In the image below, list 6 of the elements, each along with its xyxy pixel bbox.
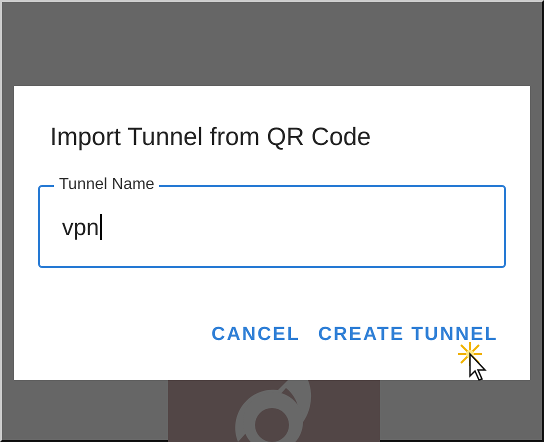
tunnel-name-field[interactable]: Tunnel Name vpn <box>38 175 506 268</box>
dialog-title: Import Tunnel from QR Code <box>50 122 372 152</box>
text-caret <box>100 214 102 240</box>
create-button[interactable]: CREATE TUNNEL <box>314 320 502 350</box>
field-value: vpn <box>62 213 100 241</box>
cancel-button[interactable]: CANCEL <box>207 320 304 350</box>
